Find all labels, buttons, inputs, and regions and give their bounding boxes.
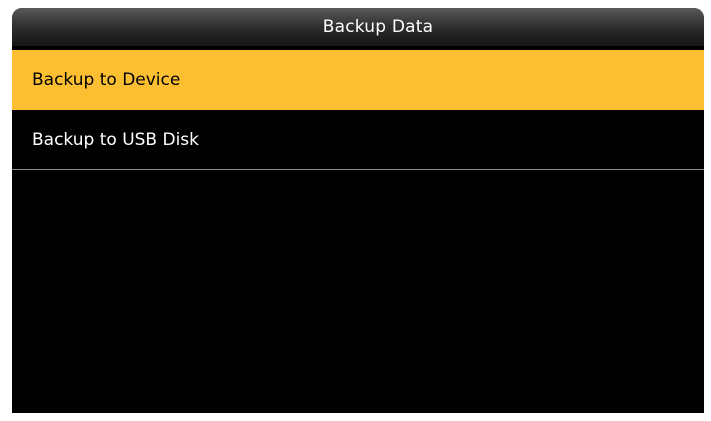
menu-item-backup-to-usb-disk[interactable]: Backup to USB Disk (12, 110, 704, 170)
device-screen: Backup Data Backup to Device Backup to U… (12, 8, 704, 413)
page-title: Backup Data (322, 17, 434, 37)
menu-item-label: Backup to USB Disk (32, 129, 200, 150)
menu-item-label: Backup to Device (32, 69, 181, 90)
menu-item-backup-to-device[interactable]: Backup to Device (12, 50, 704, 110)
backup-menu-list: Backup to Device Backup to USB Disk (12, 50, 704, 170)
title-bar: Backup Data (12, 8, 704, 46)
